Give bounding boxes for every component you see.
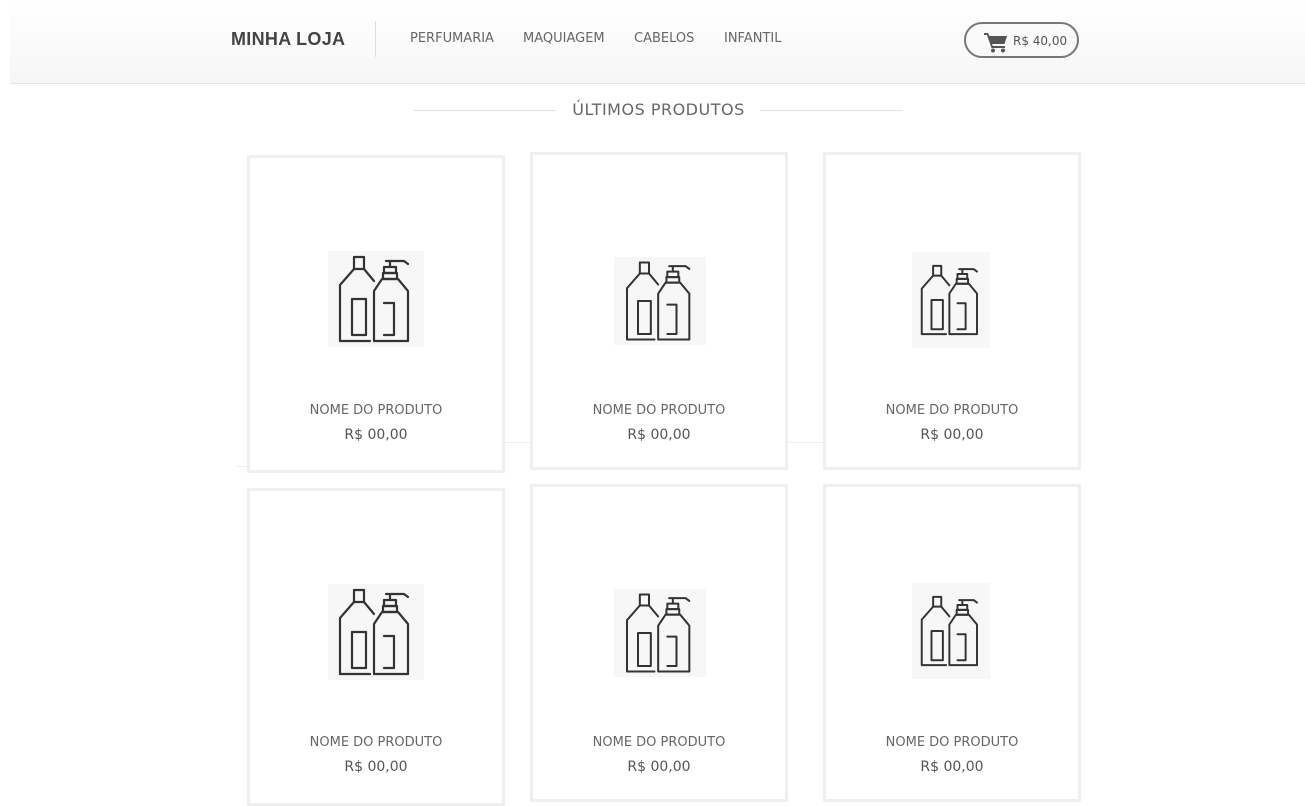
product-name[interactable]: NOME DO PRODUTO (250, 403, 502, 418)
product-image (328, 251, 424, 347)
product-card[interactable]: NOME DO PRODUTO R$ 00,00 (530, 152, 788, 470)
logo-divider (375, 21, 376, 57)
bottles-icon (920, 595, 978, 667)
title-divider-right (760, 110, 903, 111)
nav-item-infantil[interactable]: INFANTIL (724, 31, 781, 46)
nav-item-perfumaria[interactable]: PERFUMARIA (410, 31, 494, 46)
store-logo[interactable]: MINHA LOJA (231, 29, 345, 50)
product-card[interactable]: NOME DO PRODUTO R$ 00,00 (823, 152, 1081, 470)
row-divider (505, 442, 532, 443)
top-navigation-bar: MINHA LOJA PERFUMARIA MAQUIAGEM CABELOS … (10, 0, 1305, 84)
cart-button[interactable]: R$ 40,00 (964, 22, 1079, 58)
nav-item-maquiagem[interactable]: MAQUIAGEM (523, 31, 605, 46)
product-name[interactable]: NOME DO PRODUTO (826, 403, 1078, 418)
product-price: R$ 00,00 (920, 759, 984, 775)
section-title: ÚLTIMOS PRODUTOS (572, 100, 745, 119)
product-card[interactable]: NOME DO PRODUTO R$ 00,00 (823, 484, 1081, 802)
product-price: R$ 00,00 (344, 759, 408, 775)
product-price: R$ 00,00 (627, 759, 691, 775)
bottles-icon (625, 593, 691, 673)
product-name[interactable]: NOME DO PRODUTO (250, 735, 502, 750)
product-name[interactable]: NOME DO PRODUTO (533, 735, 785, 750)
nav-item-cabelos[interactable]: CABELOS (634, 31, 694, 46)
product-image (912, 583, 990, 679)
shopping-cart-icon (984, 33, 1007, 53)
product-image (328, 584, 424, 680)
product-card[interactable]: NOME DO PRODUTO R$ 00,00 (247, 488, 505, 806)
product-price: R$ 00,00 (920, 427, 984, 443)
product-price: R$ 00,00 (344, 427, 408, 443)
bottles-icon (625, 261, 691, 341)
bottles-icon (920, 264, 978, 336)
product-name[interactable]: NOME DO PRODUTO (826, 735, 1078, 750)
bottles-icon (338, 255, 410, 343)
bottles-icon (338, 588, 410, 676)
row-divider (788, 442, 825, 443)
product-card[interactable]: NOME DO PRODUTO R$ 00,00 (530, 484, 788, 802)
cart-total: R$ 40,00 (1013, 34, 1068, 48)
product-image (614, 589, 706, 677)
product-card[interactable]: NOME DO PRODUTO R$ 00,00 (247, 155, 505, 473)
product-image (912, 252, 990, 348)
product-price: R$ 00,00 (627, 427, 691, 443)
product-name[interactable]: NOME DO PRODUTO (533, 403, 785, 418)
product-image (614, 257, 706, 345)
